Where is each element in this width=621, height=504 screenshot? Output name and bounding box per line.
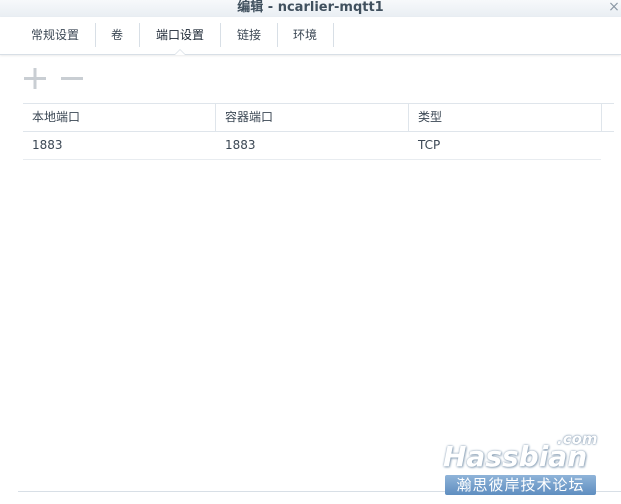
port-table: 本地端口 容器端口 类型 1883 1883 TCP: [23, 103, 614, 160]
tab-divider: [220, 23, 221, 47]
column-header-type[interactable]: 类型: [409, 104, 602, 131]
tab-volume[interactable]: 卷: [110, 23, 124, 47]
tab-links[interactable]: 链接: [236, 23, 262, 47]
table-header: 本地端口 容器端口 类型: [23, 103, 614, 132]
plus-icon: [24, 68, 46, 89]
tab-general-settings[interactable]: 常规设置: [30, 23, 80, 47]
active-tab-indicator: [174, 49, 186, 55]
watermark: .com Hassbian 瀚思彼岸技术论坛: [441, 430, 611, 500]
local-port-cell: 1883: [32, 138, 63, 152]
type-cell: TCP: [418, 138, 441, 152]
tab-bar: 常规设置 卷 端口设置 链接 环境: [0, 17, 621, 55]
container-port-cell: 1883: [225, 138, 256, 152]
tab-environment[interactable]: 环境: [292, 23, 318, 47]
watermark-subtitle: 瀚思彼岸技术论坛: [456, 476, 585, 494]
window-titlebar: 编辑 - ncarlier-mqtt1 ×: [0, 0, 621, 17]
watermark-banner: 瀚思彼岸技术论坛: [445, 475, 596, 495]
watermark-brand: Hassbian: [443, 440, 588, 473]
minus-icon: [61, 77, 83, 80]
column-header-local-port[interactable]: 本地端口: [23, 104, 216, 131]
table-row[interactable]: 1883 1883 TCP: [23, 132, 601, 160]
tab-divider: [277, 23, 278, 47]
close-icon[interactable]: ×: [607, 0, 621, 15]
tab-divider: [139, 23, 140, 47]
tab-port-settings[interactable]: 端口设置: [155, 23, 205, 47]
window-title: 编辑 - ncarlier-mqtt1: [237, 0, 384, 15]
tab-divider: [333, 23, 334, 47]
column-header-container-port[interactable]: 容器端口: [216, 104, 409, 131]
add-port-button[interactable]: [23, 66, 49, 92]
remove-port-button[interactable]: [59, 66, 85, 92]
tab-divider: [95, 23, 96, 47]
